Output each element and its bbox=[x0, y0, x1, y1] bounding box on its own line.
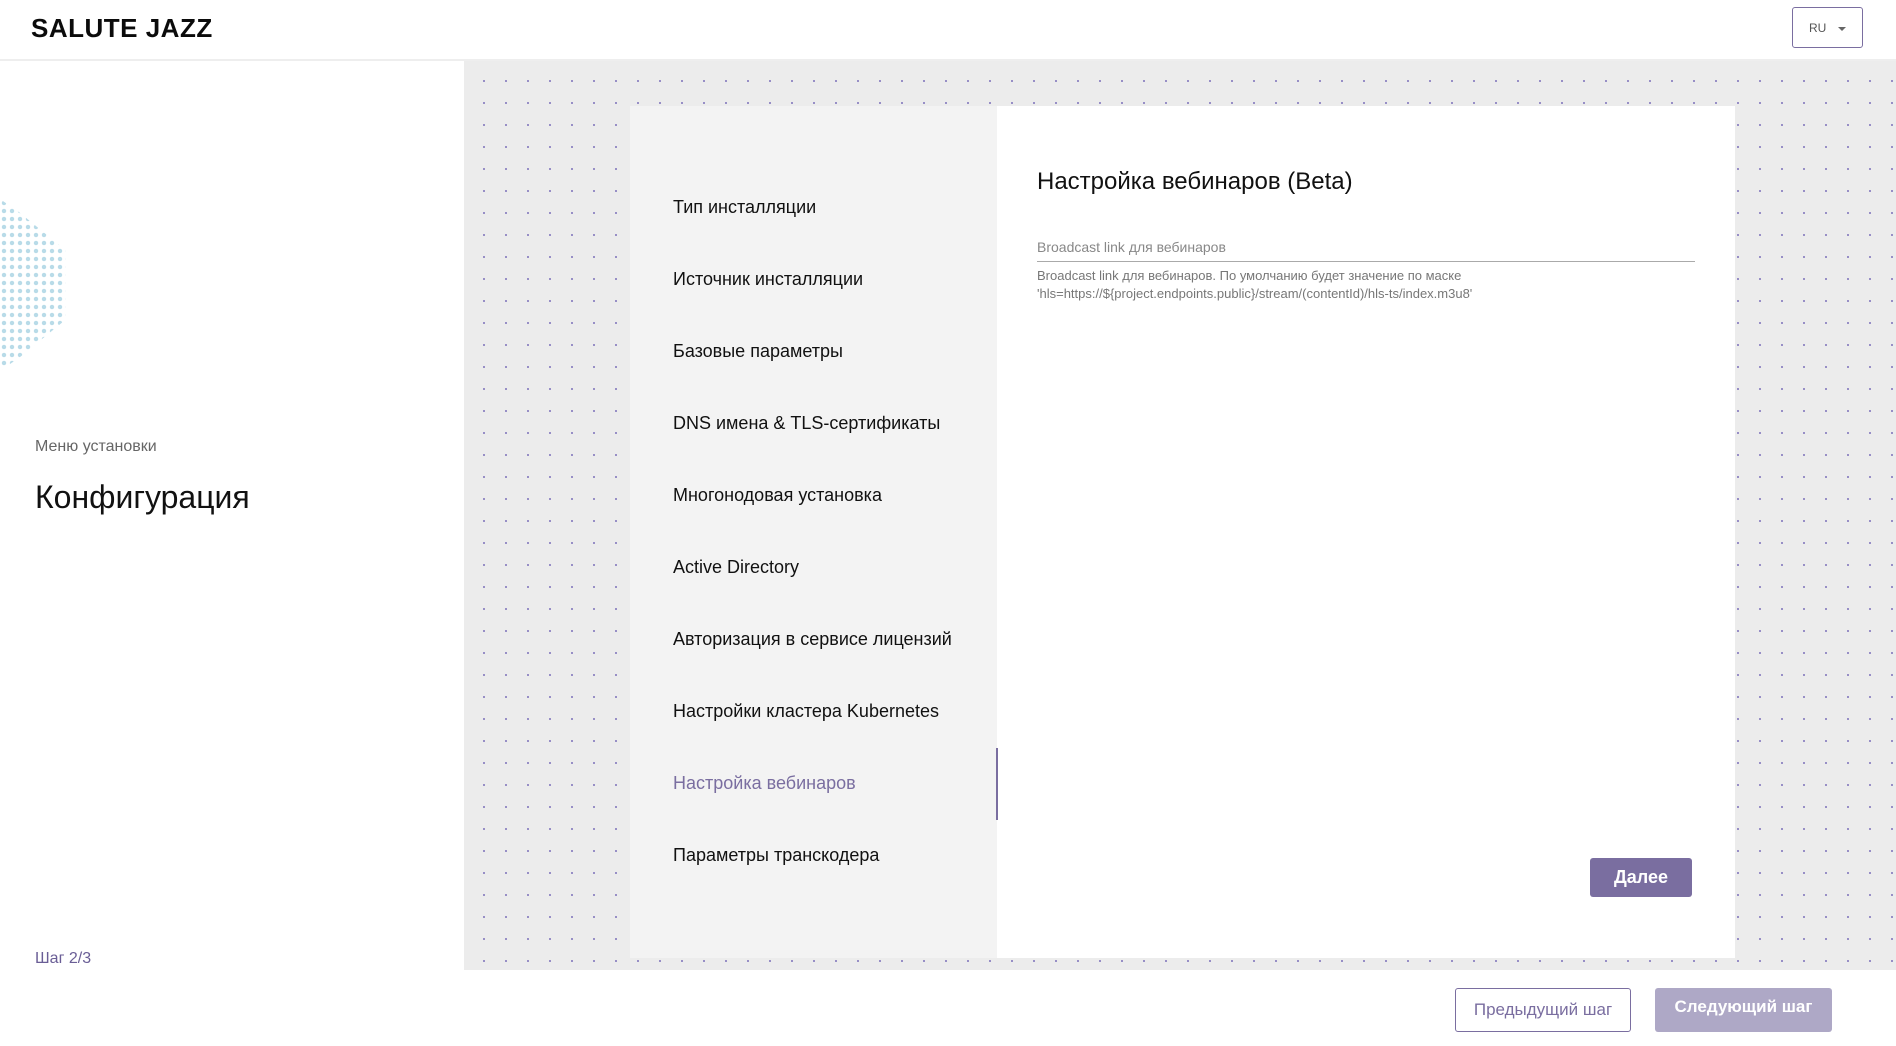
config-nav: Тип инсталляции Источник инсталляции Базов… bbox=[630, 106, 997, 958]
nav-item[interactable]: Тип инсталляции bbox=[673, 192, 816, 222]
left-panel: Меню установки Конфигурация Шаг 2/3 bbox=[0, 61, 464, 983]
section-title: Настройка вебинаров (Beta) bbox=[1037, 168, 1353, 195]
nav-item[interactable]: DNS имена & TLS-сертификаты bbox=[673, 408, 940, 438]
previous-step-button[interactable]: Предыдущий шаг bbox=[1455, 988, 1631, 1032]
field-help: Broadcast link для вебинаров. По умолчан… bbox=[1037, 267, 1472, 303]
nav-item[interactable]: Многонодовая установка bbox=[673, 480, 882, 510]
dots-decoration bbox=[0, 199, 66, 371]
nav-item[interactable]: Авторизация в сервисе лицензий bbox=[673, 624, 952, 654]
nav-item[interactable]: Параметры транскодера bbox=[673, 840, 879, 870]
help-line: 'hls=https://${project.endpoints.public}… bbox=[1037, 286, 1473, 301]
language-value: RU bbox=[1809, 21, 1827, 35]
nav-item[interactable]: Active Directory bbox=[673, 552, 799, 582]
nav-item[interactable]: Базовые параметры bbox=[673, 336, 843, 366]
settings-card: Тип инсталляции Источник инсталляции Базов… bbox=[630, 106, 1735, 958]
broadcast-link-input[interactable] bbox=[1037, 232, 1695, 262]
chevron-down-icon bbox=[1838, 27, 1846, 31]
help-line: Broadcast link для вебинаров. По умолчан… bbox=[1037, 268, 1462, 283]
page-title: Конфигурация bbox=[35, 479, 250, 515]
logo: SALUTE JAZZ bbox=[31, 13, 213, 43]
nav-item[interactable]: Настройка вебинаров bbox=[673, 768, 856, 798]
content-panel: Настройка вебинаров (Beta) Broadcast lin… bbox=[997, 106, 1735, 958]
header: SALUTE JAZZ RU bbox=[0, 0, 1896, 61]
language-select[interactable]: RU bbox=[1792, 7, 1863, 48]
step-label: Шаг 2/3 bbox=[35, 950, 92, 967]
next-step-button[interactable]: Следующий шаг bbox=[1655, 988, 1832, 1032]
menu-label: Меню установки bbox=[35, 438, 157, 455]
footer: Предыдущий шаг Следующий шаг bbox=[0, 970, 1896, 1046]
nav-item[interactable]: Источник инсталляции bbox=[673, 264, 863, 294]
nav-item[interactable]: Настройки кластера Kubernetes bbox=[673, 696, 939, 726]
next-button[interactable]: Далее bbox=[1590, 858, 1692, 897]
